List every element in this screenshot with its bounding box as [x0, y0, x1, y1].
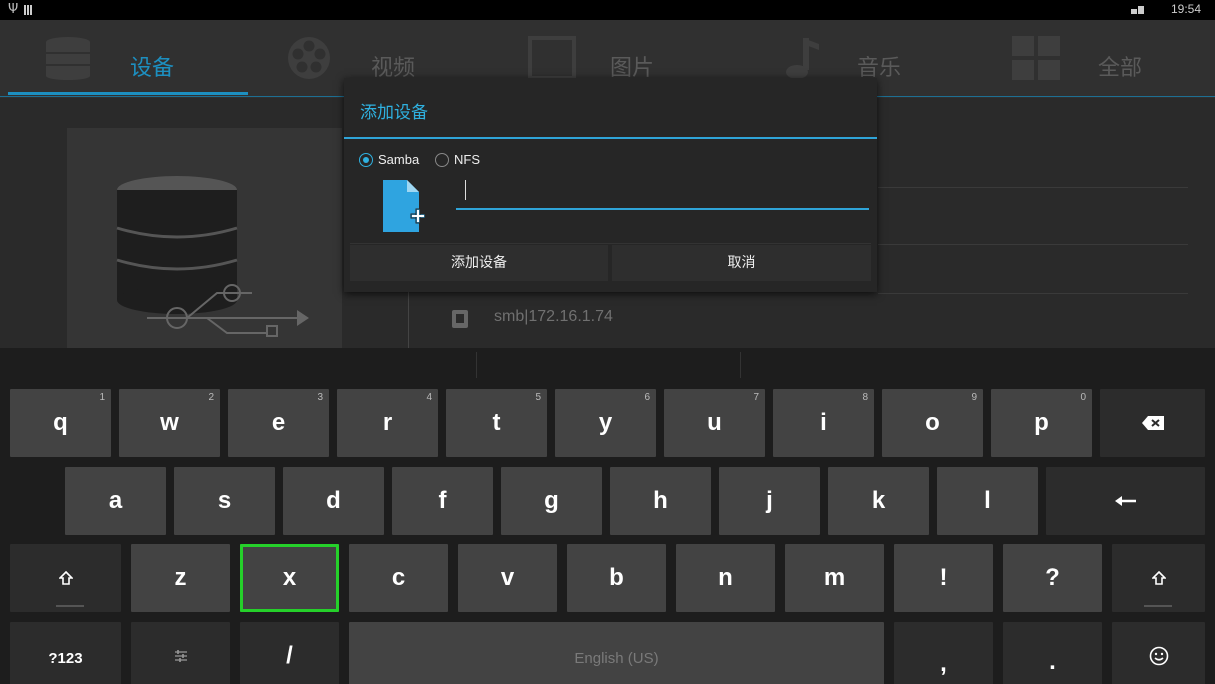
key-exclamation[interactable]: !	[894, 544, 993, 612]
key-w[interactable]: 2w	[119, 389, 220, 457]
list-separator	[878, 244, 1188, 245]
key-emoji[interactable]	[1112, 622, 1205, 684]
suggestion-strip	[0, 348, 1215, 385]
key-m[interactable]: m	[785, 544, 884, 612]
key-question[interactable]: ?	[1003, 544, 1102, 612]
database-icon	[46, 37, 90, 80]
network-share-icon	[452, 310, 468, 328]
add-device-dialog: 添加设备 Samba NFS 添加设备 取消	[344, 78, 877, 292]
radio-label: Samba	[378, 152, 420, 167]
key-g[interactable]: g	[501, 467, 602, 535]
key-u[interactable]: 7u	[664, 389, 765, 457]
key-o[interactable]: 9o	[882, 389, 983, 457]
clock: 19:54	[1170, 2, 1201, 16]
key-c[interactable]: c	[349, 544, 448, 612]
tab-devices[interactable]: 设备	[0, 20, 243, 98]
key-y[interactable]: 6y	[555, 389, 656, 457]
tab-selected-indicator	[8, 92, 248, 95]
network-icon	[1131, 6, 1144, 14]
key-n[interactable]: n	[676, 544, 775, 612]
key-k[interactable]: k	[828, 467, 929, 535]
tab-label: 全部	[1098, 56, 1143, 81]
key-comma[interactable]: ,	[894, 622, 993, 684]
key-q[interactable]: 1q	[10, 389, 111, 457]
key-f[interactable]: f	[392, 467, 493, 535]
usb-icon: Ψ	[8, 2, 19, 17]
key-v[interactable]: v	[458, 544, 557, 612]
key-r[interactable]: 4r	[337, 389, 438, 457]
device-illustration	[67, 128, 342, 348]
status-bar: Ψ 19:54	[0, 0, 1215, 20]
key-d[interactable]: d	[283, 467, 384, 535]
list-separator	[878, 187, 1188, 188]
radio-label: NFS	[454, 152, 480, 167]
dialog-title: 添加设备	[360, 103, 428, 123]
usb-storage-icon	[116, 176, 309, 337]
key-e[interactable]: 3e	[228, 389, 329, 457]
settings-sliders-icon	[174, 650, 187, 662]
key-space[interactable]: English (US)	[349, 622, 884, 684]
key-i[interactable]: 8i	[773, 389, 874, 457]
key-period[interactable]: .	[1003, 622, 1102, 684]
key-j[interactable]: j	[719, 467, 820, 535]
on-screen-keyboard: 1q 2w 3e 4r 5t 6y 7u 8i 9o 0p a s d f g …	[0, 348, 1215, 684]
shift-icon	[57, 570, 74, 585]
music-note-icon	[786, 38, 819, 79]
tab-all[interactable]: 全部	[972, 20, 1215, 98]
grid-icon	[1012, 36, 1060, 80]
emoji-icon	[1149, 646, 1168, 666]
key-b[interactable]: b	[567, 544, 666, 612]
key-s[interactable]: s	[174, 467, 275, 535]
key-backspace[interactable]	[1100, 389, 1205, 457]
key-shift-right[interactable]	[1112, 544, 1205, 612]
radio-unselected-icon	[435, 153, 449, 167]
key-enter[interactable]	[1046, 467, 1205, 535]
key-x[interactable]: x	[240, 544, 339, 612]
picture-frame-icon	[528, 36, 576, 80]
key-a[interactable]: a	[65, 467, 166, 535]
key-p[interactable]: 0p	[991, 389, 1092, 457]
key-settings[interactable]	[131, 622, 230, 684]
key-slash[interactable]: /	[240, 622, 339, 684]
film-reel-icon	[288, 37, 330, 79]
backspace-icon	[1141, 416, 1164, 430]
sdcard-icon	[24, 5, 33, 15]
key-h[interactable]: h	[610, 467, 711, 535]
tab-label: 设备	[130, 56, 175, 81]
radio-selected-icon	[359, 153, 373, 167]
dialog-button-divider	[350, 243, 871, 244]
dialog-title-divider	[344, 137, 877, 139]
list-separator	[878, 293, 1188, 294]
device-address-input[interactable]	[456, 180, 869, 210]
key-l[interactable]: l	[937, 467, 1038, 535]
add-device-button[interactable]: 添加设备	[350, 245, 608, 281]
enter-icon	[1114, 496, 1136, 506]
file-add-icon	[383, 180, 426, 232]
device-path: smb|172.16.1.74	[494, 308, 613, 325]
key-z[interactable]: z	[131, 544, 230, 612]
shift-icon	[1150, 570, 1167, 585]
key-symbols[interactable]: ?123	[10, 622, 121, 684]
key-shift-left[interactable]	[10, 544, 121, 612]
cancel-button[interactable]: 取消	[612, 245, 871, 281]
key-t[interactable]: 5t	[446, 389, 547, 457]
